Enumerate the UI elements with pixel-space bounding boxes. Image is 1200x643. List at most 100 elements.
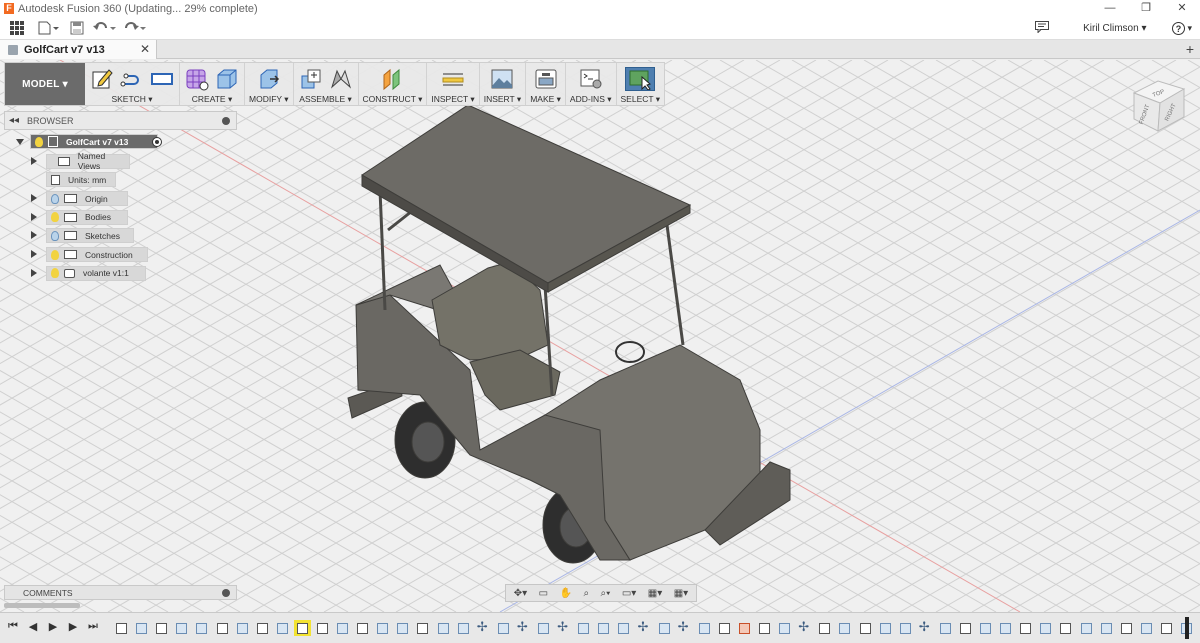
origin-chip[interactable]: Origin — [46, 191, 128, 207]
comments-pin-icon[interactable] — [222, 589, 230, 597]
timeline-feature-icon[interactable] — [1158, 620, 1175, 636]
step-forward-icon[interactable]: ▶ — [66, 619, 80, 633]
timeline-feature-icon[interactable] — [856, 620, 873, 636]
create-group[interactable]: CREATE ▾ — [180, 63, 245, 105]
browser-collapse-button[interactable]: ◂◂ — [9, 115, 19, 126]
expand-triangle-icon[interactable] — [31, 250, 37, 259]
undo-icon[interactable] — [90, 19, 120, 37]
measure-icon[interactable] — [440, 67, 466, 91]
timeline-feature-icon[interactable] — [736, 620, 753, 636]
timeline-feature-icon[interactable] — [836, 620, 853, 636]
sketches-chip[interactable]: Sketches — [46, 228, 134, 244]
timeline-feature-icon[interactable] — [394, 620, 411, 636]
tree-item-named-views[interactable]: Named Views — [10, 151, 240, 171]
viewports-icon[interactable]: ▦▾ — [674, 588, 688, 599]
help-menu[interactable]: ? ▾ — [1172, 21, 1192, 35]
new-component-icon[interactable] — [298, 67, 324, 91]
timeline-feature-icon[interactable] — [455, 620, 472, 636]
grid-snaps-icon[interactable]: ▦▾ — [648, 588, 662, 599]
browser-panel-header[interactable]: ◂◂ BROWSER — [4, 111, 237, 130]
timeline-feature-icon[interactable] — [334, 620, 351, 636]
tree-item-origin[interactable]: Origin — [10, 189, 240, 208]
redo-icon[interactable] — [120, 19, 150, 37]
tree-item-volante[interactable]: volante v1:1 — [10, 264, 240, 283]
offset-plane-icon[interactable] — [379, 67, 405, 91]
select-icon[interactable] — [625, 67, 656, 91]
timeline-feature-icon[interactable] — [977, 620, 994, 636]
timeline-feature-icon[interactable] — [877, 620, 894, 636]
timeline-feature-icon[interactable] — [1037, 620, 1054, 636]
pan-icon[interactable]: ✋ — [560, 588, 572, 599]
go-to-end-icon[interactable]: ⏭ — [86, 619, 100, 633]
make-group[interactable]: MAKE ▾ — [526, 63, 566, 105]
timeline-feature-icon[interactable] — [917, 619, 934, 636]
tree-item-units[interactable]: Units: mm — [10, 170, 240, 189]
timeline-feature-icon[interactable] — [776, 620, 793, 636]
bodies-chip[interactable]: Bodies — [46, 209, 128, 225]
view-cube[interactable]: TOP FRONT RIGHT — [1126, 73, 1196, 135]
expand-triangle-icon[interactable] — [31, 212, 37, 221]
maximize-button[interactable]: ❐ — [1128, 0, 1164, 17]
tree-root[interactable]: GolfCart v7 v13 — [10, 133, 240, 152]
close-tab-button[interactable]: ✕ — [140, 42, 150, 56]
timeline-marker[interactable] — [1185, 617, 1189, 639]
line-icon[interactable] — [119, 67, 145, 91]
timeline-feature-icon[interactable] — [354, 620, 371, 636]
timeline-feature-icon[interactable] — [314, 620, 331, 636]
timeline-feature-icon[interactable] — [997, 620, 1014, 636]
construct-group[interactable]: CONSTRUCT ▾ — [359, 63, 428, 105]
timeline-feature-icon[interactable] — [676, 619, 693, 636]
zoom-icon[interactable]: ⌕▾ — [601, 588, 611, 599]
timeline-feature-icon[interactable] — [1098, 620, 1115, 636]
3d-print-icon[interactable] — [533, 67, 559, 91]
timeline-feature-icon[interactable] — [213, 620, 230, 636]
expand-triangle-icon[interactable] — [31, 268, 37, 277]
timeline-feature-icon[interactable] — [1057, 620, 1074, 636]
look-at-icon[interactable]: ▭ — [539, 588, 548, 599]
close-window-button[interactable]: ✕ — [1164, 0, 1200, 17]
zoom-window-icon[interactable]: ⌕ — [583, 588, 589, 599]
display-settings-icon[interactable]: ▭▾ — [622, 588, 636, 599]
timeline-feature-icon[interactable] — [435, 620, 452, 636]
timeline-feature-icon[interactable] — [495, 620, 512, 636]
comment-icon[interactable] — [1035, 20, 1050, 36]
step-back-icon[interactable]: ◀ — [26, 619, 40, 633]
file-menu-icon[interactable] — [34, 19, 64, 37]
volante-chip[interactable]: volante v1:1 — [46, 265, 146, 281]
add-ins-group[interactable]: ADD-INS ▾ — [566, 63, 617, 105]
sketch-group[interactable]: SKETCH ▾ — [85, 63, 180, 105]
timeline-feature-icon[interactable] — [414, 620, 431, 636]
tree-item-sketches[interactable]: Sketches — [10, 226, 240, 245]
expand-triangle-icon[interactable] — [31, 194, 37, 203]
comments-panel-header[interactable]: COMMENTS — [4, 585, 237, 600]
press-pull-icon[interactable] — [256, 67, 282, 91]
timeline-feature-icon[interactable] — [234, 620, 251, 636]
visibility-bulb-icon[interactable] — [51, 230, 59, 241]
orbit-icon[interactable]: ✥▾ — [514, 588, 527, 599]
timeline-feature-icon[interactable] — [897, 620, 914, 636]
activate-radio-icon[interactable] — [152, 137, 162, 147]
collapse-triangle-icon[interactable] — [16, 139, 24, 145]
root-component-chip[interactable]: GolfCart v7 v13 — [30, 134, 158, 149]
timeline-feature-icon[interactable] — [254, 620, 271, 636]
timeline-feature-icon[interactable] — [133, 620, 150, 636]
timeline-feature-icon[interactable] — [756, 620, 773, 636]
visibility-bulb-icon[interactable] — [51, 268, 59, 279]
scripts-addins-icon[interactable] — [578, 67, 604, 91]
timeline-feature-icon[interactable] — [696, 620, 713, 636]
timeline-feature-icon[interactable] — [1017, 620, 1034, 636]
inspect-group[interactable]: INSPECT ▾ — [427, 63, 480, 105]
browser-pin-icon[interactable] — [222, 117, 230, 125]
modify-group[interactable]: MODIFY ▾ — [245, 63, 294, 105]
timeline-feature-icon[interactable] — [173, 620, 190, 636]
horizontal-scrollbar[interactable] — [4, 603, 80, 608]
play-icon[interactable]: ▶ — [46, 619, 60, 633]
go-to-start-icon[interactable]: ⏮ — [6, 619, 20, 633]
timeline-feature-icon[interactable] — [274, 620, 291, 636]
timeline-feature-icon[interactable] — [796, 619, 813, 636]
rectangle-icon[interactable] — [149, 67, 175, 91]
timeline-feature-icon[interactable] — [1118, 620, 1135, 636]
tree-item-bodies[interactable]: Bodies — [10, 208, 240, 227]
timeline-feature-icon[interactable] — [937, 620, 954, 636]
timeline-feature-icon[interactable] — [656, 620, 673, 636]
